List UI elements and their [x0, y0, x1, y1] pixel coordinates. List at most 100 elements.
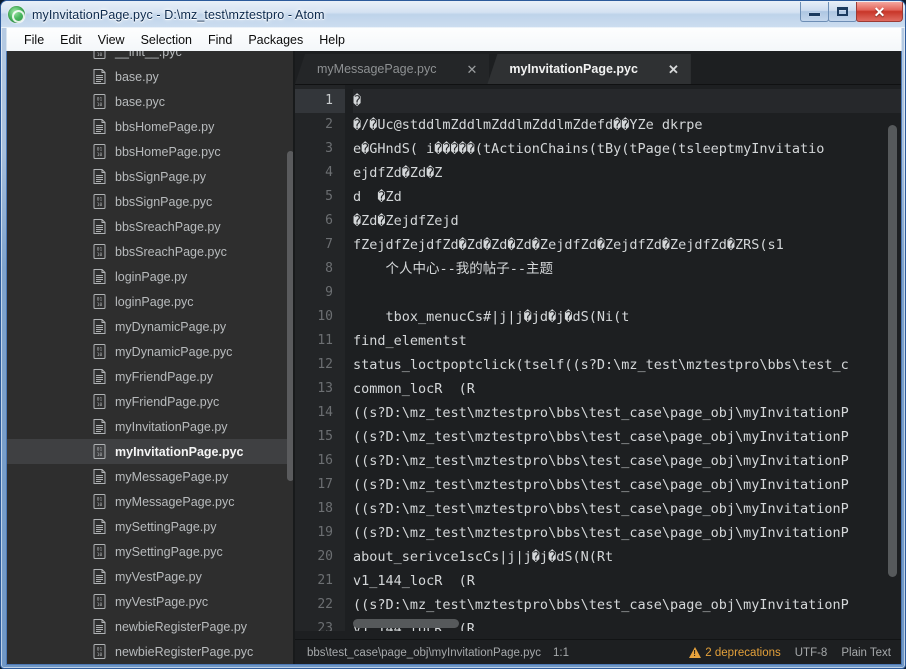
- status-file-path[interactable]: bbs\test_case\page_obj\myInvitationPage.…: [307, 647, 541, 659]
- tree-item-mysettingpage-py[interactable]: mySettingPage.py: [7, 514, 295, 539]
- line-number: 18: [295, 497, 345, 521]
- menu-bar: FileEditViewSelectionFindPackagesHelp: [6, 28, 902, 51]
- code-line[interactable]: ((s?D:\mz_test\mztestpro\bbs\test_case\p…: [353, 521, 901, 545]
- tree-item-label: myInvitationPage.pyc: [115, 445, 244, 459]
- text-file-icon: [93, 119, 106, 134]
- close-button[interactable]: ✕: [856, 2, 903, 22]
- tree-item-mymessagepage-pyc[interactable]: 0110myMessagePage.pyc: [7, 489, 295, 514]
- text-file-icon: [93, 319, 106, 334]
- svg-text:10: 10: [97, 202, 103, 208]
- tree-item-bbssignpage-py[interactable]: bbsSignPage.py: [7, 164, 295, 189]
- code-content[interactable]: ��/�Uc@stddlmZddlmZddlmZddlmZdefd��YZe d…: [345, 85, 901, 631]
- code-line[interactable]: [353, 281, 901, 305]
- line-number: 22: [295, 593, 345, 617]
- line-number: 3: [295, 137, 345, 161]
- menu-item-file[interactable]: File: [16, 31, 52, 49]
- code-line[interactable]: �Zd�ZejdfZejd: [353, 209, 901, 233]
- editor-horizontal-scrollbar[interactable]: [353, 619, 459, 628]
- text-editor[interactable]: 1234567891011121314151617181920212223 ��…: [295, 85, 901, 631]
- code-line[interactable]: about_serivce1scCs|j|j�j�dS(N(Rt: [353, 545, 901, 569]
- title-bar: myInvitationPage.pyc - D:\mz_test\mztest…: [1, 1, 906, 28]
- tree-item-label: myDynamicPage.py: [115, 320, 226, 334]
- code-line[interactable]: find_elementst: [353, 329, 901, 353]
- menu-item-packages[interactable]: Packages: [240, 31, 311, 49]
- code-line[interactable]: ((s?D:\mz_test\mztestpro\bbs\test_case\p…: [353, 497, 901, 521]
- tree-item-myvestpage-py[interactable]: myVestPage.py: [7, 564, 295, 589]
- deprecation-warning[interactable]: 2 deprecations: [689, 647, 780, 659]
- line-number: 9: [295, 281, 345, 305]
- minimize-button[interactable]: [800, 2, 829, 22]
- code-line[interactable]: v1_144_locR (R: [353, 569, 901, 593]
- svg-text:01: 01: [97, 147, 103, 153]
- tree-item-base-pyc[interactable]: 0110base.pyc: [7, 89, 295, 114]
- tab-myinvitationpage-pyc[interactable]: myInvitationPage.pyc✕: [487, 54, 690, 84]
- code-line[interactable]: �: [353, 89, 901, 113]
- svg-text:01: 01: [97, 497, 103, 503]
- tree-item-newbieregisterpage-pyc[interactable]: 0110newbieRegisterPage.pyc: [7, 639, 295, 664]
- menu-item-help[interactable]: Help: [311, 31, 353, 49]
- tree-item-bbssignpage-pyc[interactable]: 0110bbsSignPage.pyc: [7, 189, 295, 214]
- code-line[interactable]: status_loctpoptclick(tself((s?D:\mz_test…: [353, 353, 901, 377]
- code-line[interactable]: d �Zd: [353, 185, 901, 209]
- tree-item-newbieregisterpage-py[interactable]: newbieRegisterPage.py: [7, 614, 295, 639]
- menu-item-find[interactable]: Find: [200, 31, 240, 49]
- tree-item-mydynamicpage-py[interactable]: myDynamicPage.py: [7, 314, 295, 339]
- tree-item-myinvitationpage-pyc[interactable]: 0110myInvitationPage.pyc: [7, 439, 295, 464]
- code-line[interactable]: common_locR (R: [353, 377, 901, 401]
- tab-bar: myMessagePage.pyc✕myInvitationPage.pyc✕: [295, 51, 901, 85]
- status-cursor-position[interactable]: 1:1: [553, 647, 569, 659]
- status-encoding[interactable]: UTF-8: [795, 647, 828, 659]
- editor-vertical-scrollbar[interactable]: [888, 125, 897, 577]
- tab-close-icon[interactable]: ✕: [437, 63, 478, 76]
- code-line[interactable]: ((s?D:\mz_test\mztestpro\bbs\test_case\p…: [353, 425, 901, 449]
- svg-text:10: 10: [97, 102, 103, 108]
- tree-item-myvestpage-pyc[interactable]: 0110myVestPage.pyc: [7, 589, 295, 614]
- code-line[interactable]: ejdfZd�Zd�Z: [353, 161, 901, 185]
- tree-item-label: myFriendPage.pyc: [115, 395, 219, 409]
- text-file-icon: [93, 619, 106, 634]
- tree-item-bbssreachpage-pyc[interactable]: 0110bbsSreachPage.pyc: [7, 239, 295, 264]
- tree-item-myfriendpage-pyc[interactable]: 0110myFriendPage.pyc: [7, 389, 295, 414]
- tree-item-bbshomepage-pyc[interactable]: 0110bbsHomePage.pyc: [7, 139, 295, 164]
- binary-file-icon: 0110: [93, 94, 106, 109]
- tree-item-myinvitationpage-py[interactable]: myInvitationPage.py: [7, 414, 295, 439]
- code-line[interactable]: �/�Uc@stddlmZddlmZddlmZddlmZdefd��YZe dk…: [353, 113, 901, 137]
- menu-item-view[interactable]: View: [90, 31, 133, 49]
- maximize-button[interactable]: [828, 2, 857, 22]
- line-number: 8: [295, 257, 345, 281]
- code-line[interactable]: 个人中心--我的帖子--主题: [353, 257, 901, 281]
- svg-text:01: 01: [97, 447, 103, 453]
- tree-item-mymessagepage-py[interactable]: myMessagePage.py: [7, 464, 295, 489]
- tree-item-label: myInvitationPage.py: [115, 420, 228, 434]
- tree-item-bbshomepage-py[interactable]: bbsHomePage.py: [7, 114, 295, 139]
- tree-item--init-pyc[interactable]: 0110__init__.pyc: [7, 51, 295, 64]
- binary-file-icon: 0110: [93, 344, 106, 359]
- tree-item-mydynamicpage-pyc[interactable]: 0110myDynamicPage.pyc: [7, 339, 295, 364]
- line-number: 13: [295, 377, 345, 401]
- status-grammar[interactable]: Plain Text: [841, 647, 891, 659]
- code-line[interactable]: ((s?D:\mz_test\mztestpro\bbs\test_case\p…: [353, 449, 901, 473]
- tree-item-loginpage-py[interactable]: loginPage.py: [7, 264, 295, 289]
- tab-close-icon[interactable]: ✕: [638, 63, 679, 76]
- tree-item-label: newbieRegisterPage.pyc: [115, 645, 253, 659]
- code-line[interactable]: ((s?D:\mz_test\mztestpro\bbs\test_case\p…: [353, 593, 901, 617]
- tree-item-label: loginPage.py: [115, 270, 187, 284]
- tree-item-base-py[interactable]: base.py: [7, 64, 295, 89]
- warning-triangle-icon: [689, 647, 701, 658]
- svg-text:01: 01: [97, 197, 103, 203]
- code-line[interactable]: ((s?D:\mz_test\mztestpro\bbs\test_case\p…: [353, 401, 901, 425]
- tree-item-mysettingpage-pyc[interactable]: 0110mySettingPage.pyc: [7, 539, 295, 564]
- menu-item-selection[interactable]: Selection: [133, 31, 200, 49]
- tree-item-myfriendpage-py[interactable]: myFriendPage.py: [7, 364, 295, 389]
- tree-item-loginpage-pyc[interactable]: 0110loginPage.pyc: [7, 289, 295, 314]
- tab-mymessagepage-pyc[interactable]: myMessagePage.pyc✕: [295, 54, 489, 84]
- tree-item-bbssreachpage-py[interactable]: bbsSreachPage.py: [7, 214, 295, 239]
- line-number: 1: [295, 89, 345, 113]
- menu-item-edit[interactable]: Edit: [52, 31, 90, 49]
- code-line[interactable]: fZejdfZejdfZd�Zd�Zd�Zd�ZejdfZd�ZejdfZd�Z…: [353, 233, 901, 257]
- maximize-icon: [837, 7, 848, 16]
- tree-item-label: bbsHomePage.py: [115, 120, 214, 134]
- code-line[interactable]: e�GHndS( i�����(tActionChains(tBy(tPage(…: [353, 137, 901, 161]
- code-line[interactable]: ((s?D:\mz_test\mztestpro\bbs\test_case\p…: [353, 473, 901, 497]
- code-line[interactable]: tbox_menucCs#|j|j�jd�j�dS(Ni(t: [353, 305, 901, 329]
